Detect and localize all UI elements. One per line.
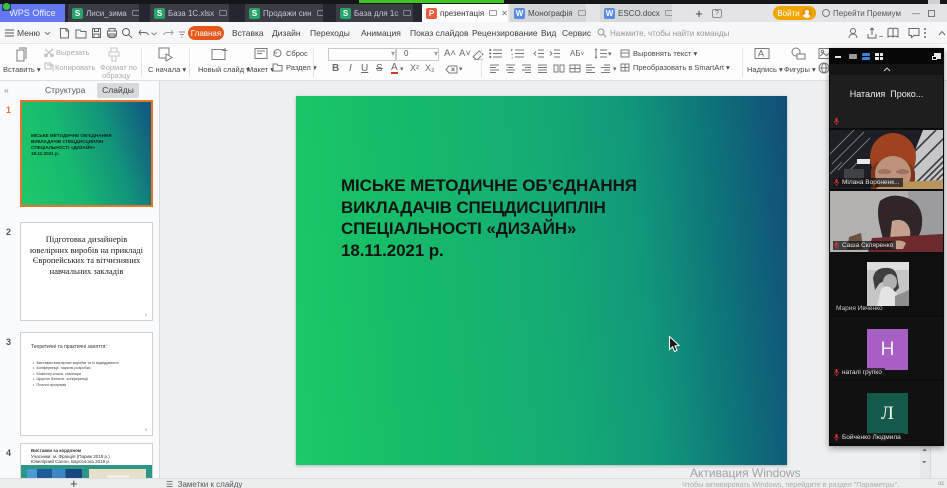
svg-text:A: A [758, 49, 764, 59]
